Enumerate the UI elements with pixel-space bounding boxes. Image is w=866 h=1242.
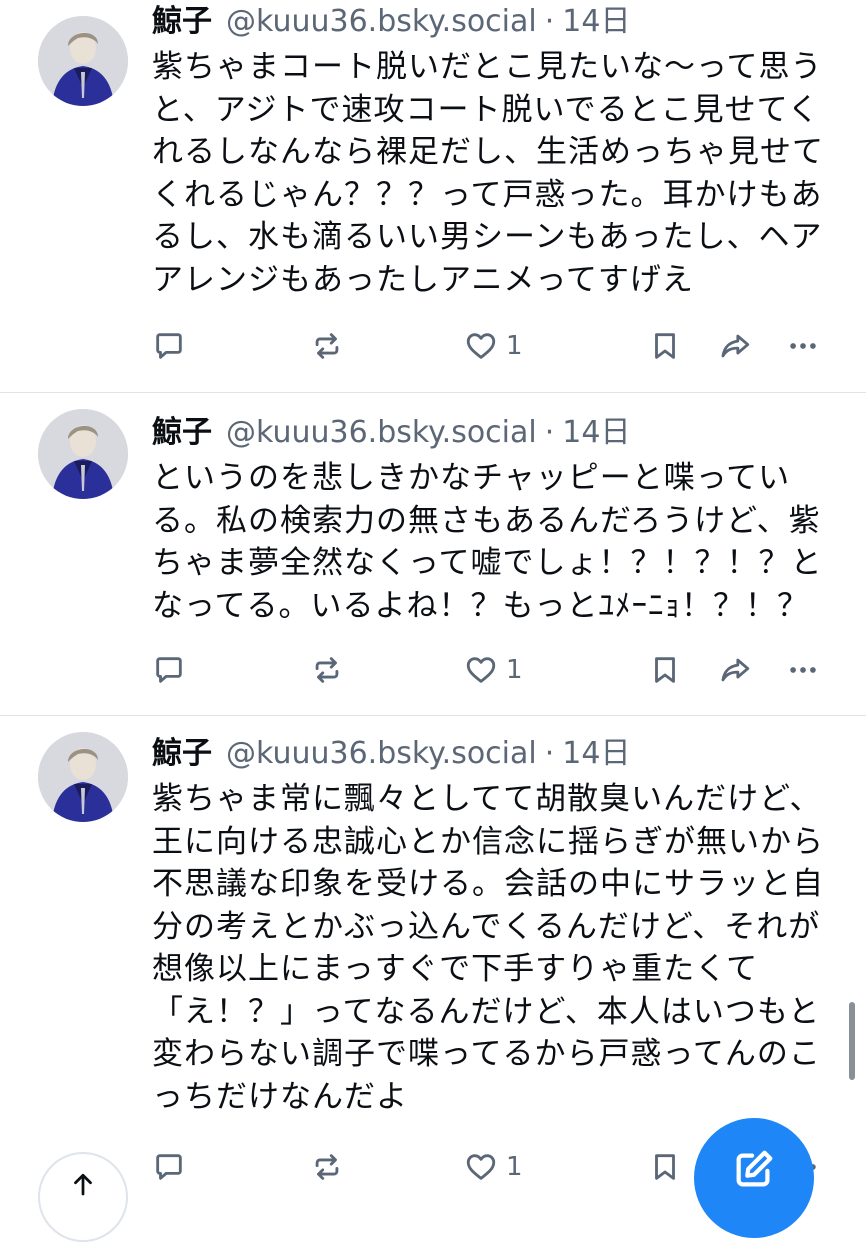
avatar-image bbox=[38, 16, 128, 106]
reply-button[interactable] bbox=[152, 1147, 186, 1187]
post-actions: 1 bbox=[152, 326, 842, 366]
share-button[interactable] bbox=[718, 326, 752, 366]
like-count: 1 bbox=[506, 1152, 523, 1182]
separator-dot: · bbox=[544, 736, 555, 771]
author-handle[interactable]: @kuuu36.bsky.social bbox=[226, 736, 537, 771]
more-button[interactable] bbox=[786, 650, 820, 690]
repost-button[interactable] bbox=[310, 1147, 344, 1187]
share-icon bbox=[721, 334, 750, 358]
reply-icon bbox=[156, 333, 182, 359]
reply-icon bbox=[156, 1154, 182, 1180]
bookmark-icon bbox=[655, 333, 675, 359]
scrollbar-thumb[interactable] bbox=[849, 1002, 855, 1080]
post-text: 紫ちゃまコート脱いだとこ見たいな〜って思うと、アジトで速攻コート脱いでるとこ見せ… bbox=[152, 49, 824, 298]
post-header: 鯨子 @kuuu36.bsky.social · 14日 bbox=[152, 734, 630, 774]
share-button[interactable] bbox=[718, 650, 752, 690]
bookmark-icon bbox=[655, 1154, 675, 1180]
post-timestamp[interactable]: 14日 bbox=[562, 736, 630, 771]
post-header: 鯨子 @kuuu36.bsky.social · 14日 bbox=[152, 413, 630, 453]
bookmark-button[interactable] bbox=[648, 1147, 682, 1187]
post-text: というのを悲しきかなチャッピーと喋っている。私の検索力の無さもあるんだろうけど、… bbox=[152, 460, 823, 624]
reply-icon bbox=[156, 657, 182, 683]
like-button[interactable]: 1 bbox=[464, 650, 523, 690]
like-button[interactable]: 1 bbox=[464, 1147, 523, 1187]
compose-icon bbox=[736, 1150, 773, 1187]
bookmark-button[interactable] bbox=[648, 326, 682, 366]
reply-button[interactable] bbox=[152, 650, 186, 690]
post[interactable]: 鯨子 @kuuu36.bsky.social · 14日 というのを悲しきかなチャッピ… bbox=[0, 393, 866, 716]
repost-icon bbox=[315, 333, 339, 359]
author-handle[interactable]: @kuuu36.bsky.social bbox=[226, 415, 537, 450]
avatar[interactable] bbox=[38, 16, 128, 106]
author-name[interactable]: 鯨子 bbox=[152, 736, 212, 771]
bookmark-icon bbox=[655, 657, 675, 683]
repost-button[interactable] bbox=[310, 650, 344, 690]
repost-icon bbox=[315, 657, 339, 683]
post-text: 紫ちゃま常に飄々としてて胡散臭いんだけど、王に向ける忠誠心とか信念に揺らぎが無い… bbox=[152, 781, 824, 1115]
like-count: 1 bbox=[506, 655, 523, 685]
separator-dot: · bbox=[544, 415, 555, 450]
author-name[interactable]: 鯨子 bbox=[152, 4, 212, 39]
heart-icon bbox=[466, 333, 496, 359]
avatar[interactable] bbox=[38, 732, 128, 822]
more-icon bbox=[790, 667, 816, 673]
reply-button[interactable] bbox=[152, 326, 186, 366]
arrow-up-icon bbox=[74, 1173, 92, 1196]
like-button[interactable]: 1 bbox=[464, 326, 523, 366]
post-timestamp[interactable]: 14日 bbox=[562, 415, 630, 450]
avatar-image bbox=[38, 732, 128, 822]
avatar[interactable] bbox=[38, 409, 128, 499]
share-icon bbox=[721, 658, 750, 682]
author-name[interactable]: 鯨子 bbox=[152, 415, 212, 450]
more-button[interactable] bbox=[786, 326, 820, 366]
like-count: 1 bbox=[506, 331, 523, 361]
post-actions: 1 bbox=[152, 650, 842, 690]
more-icon bbox=[790, 343, 816, 349]
repost-button[interactable] bbox=[310, 326, 344, 366]
scroll-to-top-button[interactable] bbox=[38, 1152, 128, 1242]
bookmark-button[interactable] bbox=[648, 650, 682, 690]
avatar-image bbox=[38, 409, 128, 499]
separator-dot: · bbox=[544, 4, 555, 39]
post-header: 鯨子 @kuuu36.bsky.social · 14日 bbox=[152, 2, 630, 42]
repost-icon bbox=[315, 1154, 339, 1180]
heart-icon bbox=[466, 657, 496, 683]
author-handle[interactable]: @kuuu36.bsky.social bbox=[226, 4, 537, 39]
heart-icon bbox=[466, 1154, 496, 1180]
compose-button[interactable] bbox=[694, 1118, 814, 1238]
post-timestamp[interactable]: 14日 bbox=[562, 4, 630, 39]
post[interactable]: 鯨子 @kuuu36.bsky.social · 14日 紫ちゃまコート脱いだとこ見た… bbox=[0, 0, 866, 393]
